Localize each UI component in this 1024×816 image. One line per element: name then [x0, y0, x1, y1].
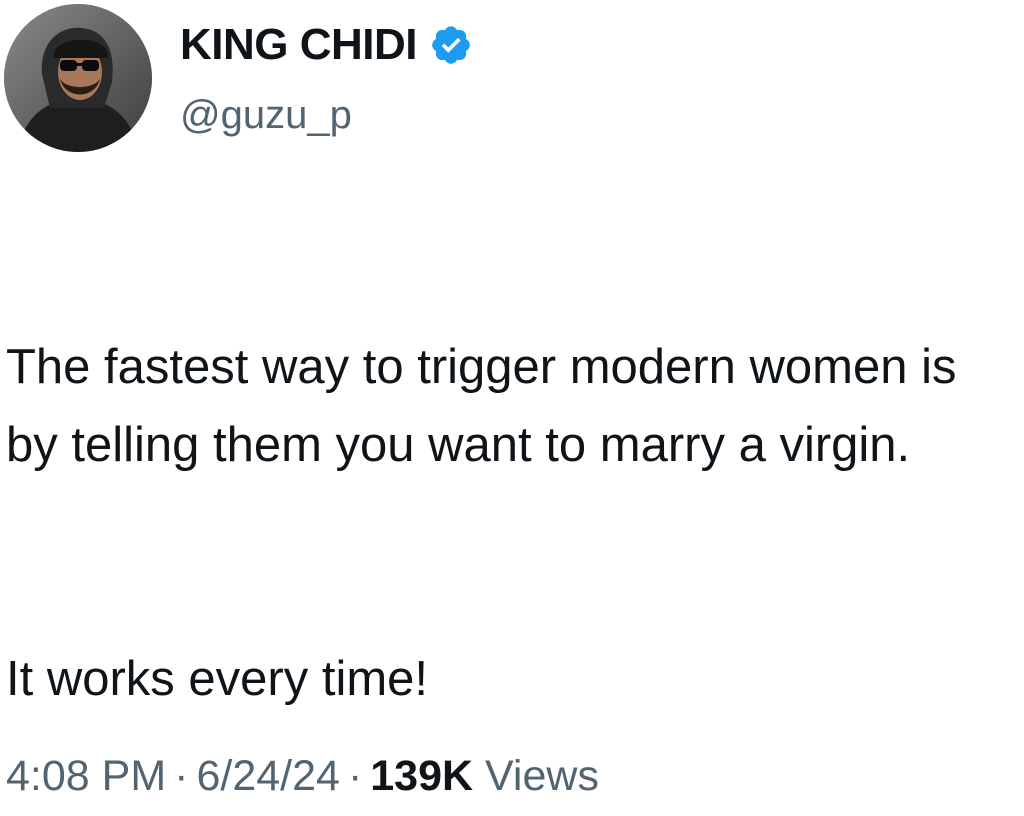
tweet-body: The fastest way to trigger modern women …: [6, 250, 1006, 796]
views-count[interactable]: 139K: [370, 752, 473, 800]
tweet-card: KING CHIDI @guzu_p The fastest way to tr…: [0, 0, 1024, 816]
meta-separator: ·: [347, 752, 363, 800]
author-display-name[interactable]: KING CHIDI: [180, 18, 418, 72]
meta-separator: ·: [174, 752, 189, 800]
tweet-time[interactable]: 4:08 PM: [6, 752, 166, 800]
author-handle[interactable]: @guzu_p: [180, 90, 352, 140]
tweet-date[interactable]: 6/24/24: [196, 752, 339, 800]
tweet-paragraph: The fastest way to trigger modern women …: [6, 340, 957, 472]
author-name-row: KING CHIDI: [180, 18, 473, 72]
verified-badge-icon[interactable]: [429, 23, 473, 67]
tweet-meta: 4:08 PM · 6/24/24 · 139K Views: [6, 748, 599, 804]
avatar-image: [4, 4, 152, 152]
tweet-paragraph: It works every time!: [6, 652, 429, 706]
avatar[interactable]: [4, 4, 152, 152]
views-label: Views: [485, 752, 599, 800]
